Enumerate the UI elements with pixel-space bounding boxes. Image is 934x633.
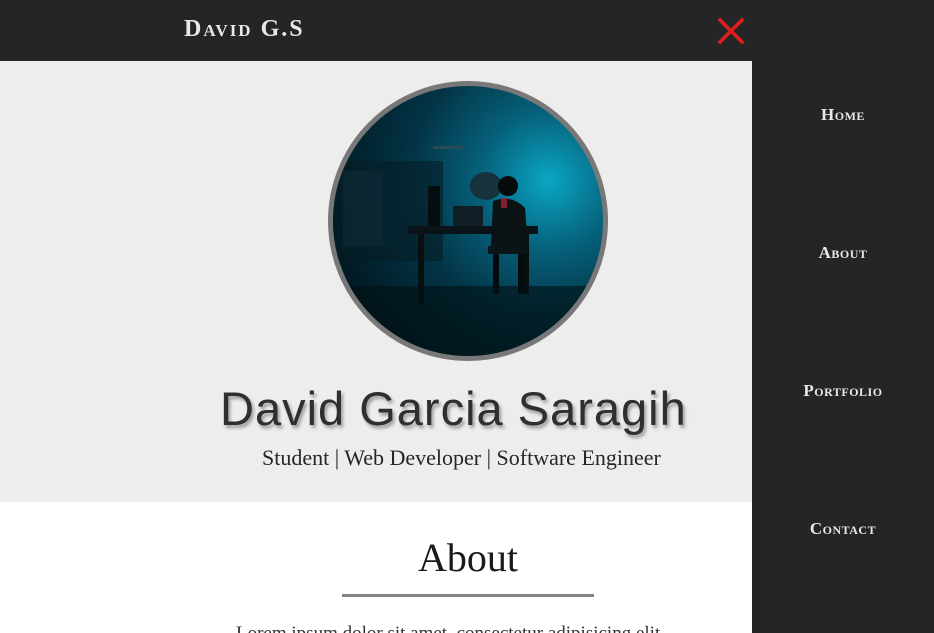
close-icon bbox=[717, 17, 745, 45]
close-menu-button[interactable] bbox=[716, 16, 746, 46]
about-divider bbox=[342, 594, 594, 597]
nav-item-portfolio[interactable]: Portfolio bbox=[752, 381, 934, 401]
profile-tagline: Student | Web Developer | Software Engin… bbox=[262, 445, 661, 470]
nav-item-about[interactable]: About bbox=[752, 243, 934, 263]
top-navbar: David G.S bbox=[0, 0, 934, 61]
profile-photo bbox=[333, 146, 603, 356]
profile-name: David Garcia Saragih bbox=[220, 382, 687, 435]
nav-item-contact[interactable]: Contact bbox=[752, 519, 934, 539]
brand-logo[interactable]: David G.S bbox=[184, 16, 305, 43]
nav-item-home[interactable]: Home bbox=[752, 105, 934, 125]
profile-avatar bbox=[328, 81, 608, 361]
about-section: About Lorem ipsum dolor sit amet, consec… bbox=[0, 502, 752, 633]
about-paragraph: Lorem ipsum dolor sit amet, consectetur … bbox=[236, 623, 706, 633]
side-menu: Home About Portfolio Contact bbox=[752, 61, 934, 633]
hero-section: David Garcia Saragih Student | Web Devel… bbox=[0, 61, 752, 502]
